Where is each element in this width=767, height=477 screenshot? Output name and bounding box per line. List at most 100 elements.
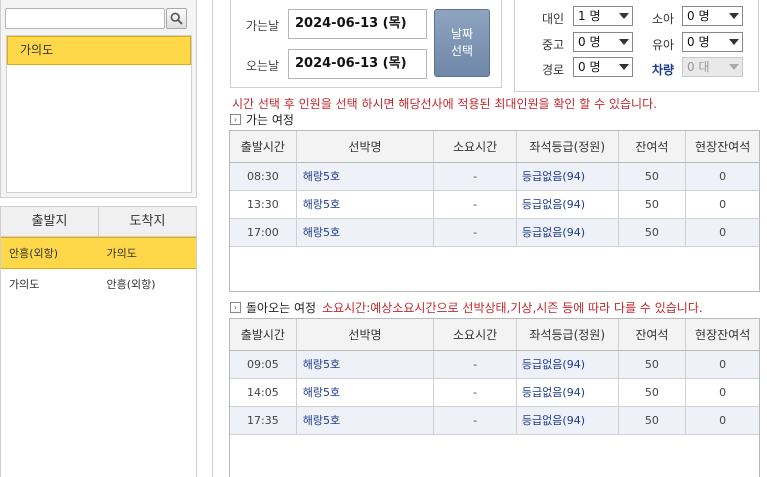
cell-time: 08:30 — [230, 163, 297, 190]
chevron-down-icon — [619, 64, 629, 70]
cell-ship[interactable]: 해랑5호 — [297, 219, 435, 246]
cell-ship[interactable]: 해랑5호 — [297, 163, 435, 190]
route-row[interactable]: 가의도 안흥(외항) — [1, 269, 196, 301]
cell-ship[interactable]: 해랑5호 — [297, 379, 435, 406]
senior-select[interactable]: 0 명 — [573, 32, 633, 52]
return-date-label: 오는날 — [246, 59, 280, 73]
child-select[interactable]: 0 명 — [682, 6, 743, 26]
table-row[interactable]: 17:35 해랑5호 - 등급없음(94) 50 0 — [230, 407, 759, 435]
table-row[interactable]: 14:05 해랑5호 - 등급없음(94) 50 0 — [230, 379, 759, 407]
inbound-table: 출발시간 선박명 소요시간 좌석등급(정원) 잔여석 현장잔여석 09:05 해… — [229, 318, 760, 477]
cell-remaining: 50 — [619, 219, 687, 246]
infant-label: 유아 — [652, 38, 675, 52]
child-label: 소아 — [652, 12, 675, 26]
cell-duration: - — [434, 219, 517, 246]
cell-seat-link[interactable]: 등급없음(94) — [517, 219, 619, 246]
cell-duration: - — [434, 379, 517, 406]
cell-duration: - — [434, 163, 517, 190]
table-row[interactable]: 17:00 해랑5호 - 등급없음(94) 50 0 — [230, 219, 759, 247]
cell-duration: - — [434, 191, 517, 218]
inbound-title: 돌아오는 여정 — [246, 301, 317, 315]
cell-onsite: 0 — [719, 414, 727, 427]
cell-time: 17:35 — [230, 407, 297, 434]
cell-ship[interactable]: 해랑5호 — [297, 191, 435, 218]
col-onsite-remaining: 현장잔여석 — [695, 328, 751, 342]
col-duration: 소요시간 — [434, 319, 517, 350]
destination-list: 가의도 — [6, 35, 192, 193]
search-input[interactable] — [5, 8, 165, 29]
cell-time: 14:05 — [230, 379, 297, 406]
col-seat-class: 좌석등급(정원) — [517, 131, 619, 162]
cell-seat-link[interactable]: 등급없음(94) — [517, 351, 619, 378]
outbound-title: 가는 여정 — [246, 113, 294, 127]
arrow-right-icon: › — [230, 302, 241, 313]
table-row[interactable]: 09:05 해랑5호 - 등급없음(94) 50 0 — [230, 351, 759, 379]
chevron-down-icon — [729, 13, 739, 19]
vehicle-select: 0 대 — [682, 57, 743, 77]
cell-onsite: 0 — [719, 386, 727, 399]
cell-seat-link[interactable]: 등급없음(94) — [517, 163, 619, 190]
cell-seat-link[interactable]: 등급없음(94) — [517, 407, 619, 434]
table-header: 출발시간 선박명 소요시간 좌석등급(정원) 잔여석 현장잔여석 — [230, 319, 759, 351]
cell-ship[interactable]: 해랑5호 — [297, 407, 435, 434]
infant-select-value: 0 명 — [687, 35, 710, 49]
child-select-value: 0 명 — [687, 9, 710, 23]
route-from: 안흥(외항) — [9, 247, 59, 260]
discount-select[interactable]: 0 명 — [573, 57, 633, 77]
inbound-warning: 소요시간:예상소요시간으로 선박상태,기상,시즌 등에 따라 다를 수 있습니다… — [322, 301, 703, 315]
route-panel: 출발지 도착지 안흥(외항) 가의도 가의도 안흥(외항) — [0, 206, 197, 477]
infant-select[interactable]: 0 명 — [682, 32, 743, 52]
col-duration: 소요시간 — [434, 131, 517, 162]
cell-remaining: 50 — [619, 379, 687, 406]
vehicle-label: 차량 — [652, 63, 675, 77]
arrow-right-icon: › — [230, 114, 241, 125]
table-row[interactable]: 08:30 해랑5호 - 등급없음(94) 50 0 — [230, 163, 759, 191]
select-date-label-1: 날짜 — [450, 27, 474, 41]
cell-remaining: 50 — [619, 191, 687, 218]
cell-onsite: 0 — [719, 198, 727, 211]
search-icon — [170, 12, 183, 25]
col-seat-class: 좌석등급(정원) — [517, 319, 619, 350]
table-row[interactable]: 13:30 해랑5호 - 등급없음(94) 50 0 — [230, 191, 759, 219]
depart-date-field[interactable]: 2024-06-13 (목) — [288, 9, 427, 39]
select-date-label-2: 선택 — [450, 44, 474, 58]
destination-item[interactable]: 가의도 — [7, 36, 191, 65]
senior-select-value: 0 명 — [578, 35, 601, 49]
route-row[interactable]: 안흥(외항) 가의도 — [1, 237, 196, 269]
passenger-panel: 대인 1 명 소아 0 명 중고 0 명 유아 0 명 경로 0 명 차량 0 … — [514, 0, 759, 92]
chevron-down-icon — [619, 39, 629, 45]
select-date-button[interactable]: 날짜 선택 — [434, 9, 490, 77]
col-remaining: 잔여석 — [619, 131, 687, 162]
cell-seat-link[interactable]: 등급없음(94) — [517, 191, 619, 218]
search-button[interactable] — [166, 8, 187, 29]
column-divider — [212, 0, 213, 477]
return-date-field[interactable]: 2024-06-13 (목) — [288, 49, 427, 79]
cell-time: 17:00 — [230, 219, 297, 246]
cell-remaining: 50 — [619, 163, 687, 190]
inbound-section-title: › 돌아오는 여정 소요시간:예상소요시간으로 선박상태,기상,시즌 등에 따라… — [230, 299, 703, 316]
cell-seat-link[interactable]: 등급없음(94) — [517, 379, 619, 406]
col-departure-time: 출발시간 — [230, 131, 297, 162]
col-ship-name: 선박명 — [297, 319, 435, 350]
adult-select[interactable]: 1 명 — [573, 6, 633, 26]
chevron-down-icon — [619, 13, 629, 19]
destination-panel: 가의도 — [0, 0, 197, 198]
cell-remaining: 50 — [619, 407, 687, 434]
senior-label: 중고 — [542, 38, 565, 52]
chevron-down-icon — [729, 39, 739, 45]
col-remaining: 잔여석 — [619, 319, 687, 350]
outbound-table: 출발시간 선박명 소요시간 좌석등급(정원) 잔여석 현장잔여석 08:30 해… — [229, 130, 760, 292]
route-to: 안흥(외항) — [106, 278, 156, 291]
route-header: 출발지 도착지 — [1, 207, 196, 237]
arrival-column-header: 도착지 — [129, 214, 166, 229]
adult-label: 대인 — [542, 12, 565, 26]
cell-onsite: 0 — [719, 358, 727, 371]
cell-onsite: 0 — [719, 226, 727, 239]
cell-time: 13:30 — [230, 191, 297, 218]
cell-duration: - — [434, 351, 517, 378]
departure-column-header: 출발지 — [1, 207, 99, 236]
cell-ship[interactable]: 해랑5호 — [297, 351, 435, 378]
date-panel: 가는날 2024-06-13 (목) 오는날 2024-06-13 (목) 날짜… — [230, 0, 502, 88]
discount-label: 경로 — [542, 63, 565, 77]
col-ship-name: 선박명 — [297, 131, 435, 162]
